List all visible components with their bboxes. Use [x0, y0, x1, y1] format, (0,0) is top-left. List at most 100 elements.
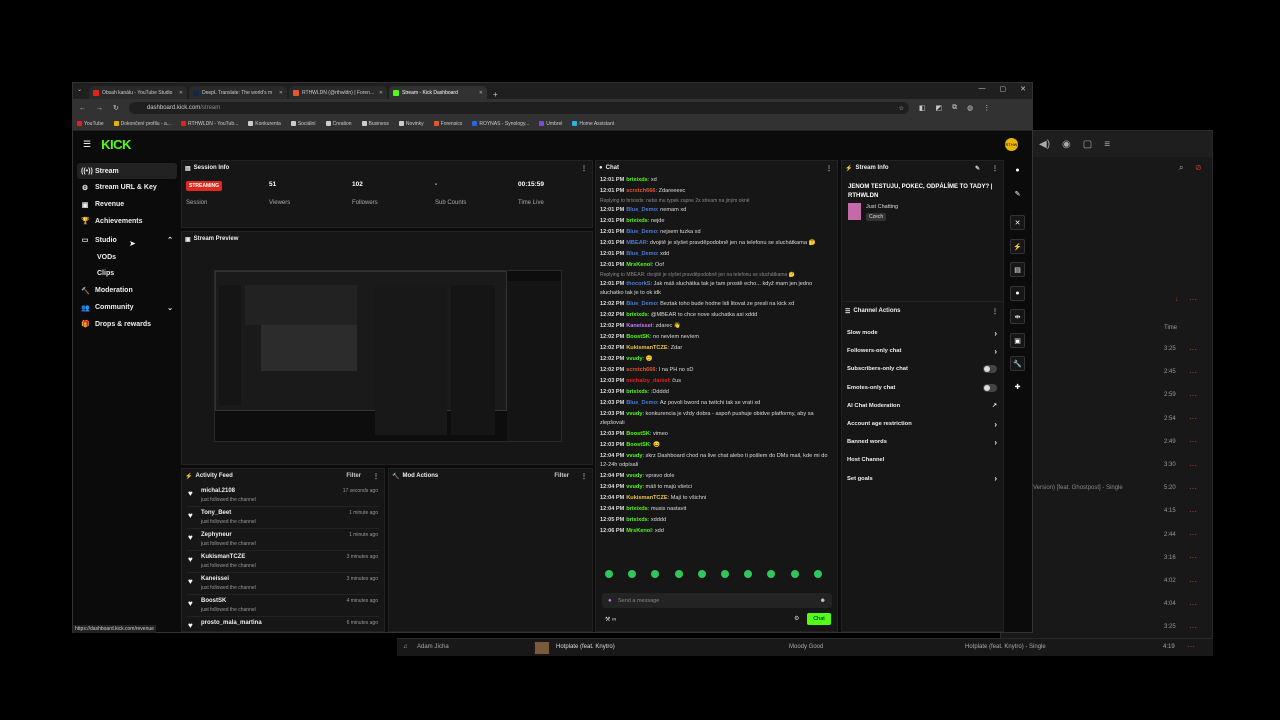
- chat-username[interactable]: vvudy: [626, 411, 642, 417]
- now-playing-more-icon[interactable]: ⋯: [1187, 642, 1195, 651]
- mod-more-icon[interactable]: ⋮: [581, 473, 587, 480]
- list-icon[interactable]: ≡: [1104, 139, 1110, 150]
- bookmark-item[interactable]: Business: [361, 121, 389, 127]
- chat-username[interactable]: MrsKenol: [626, 262, 652, 268]
- menu-icon[interactable]: ⋮: [983, 104, 990, 112]
- channel-action-account-age-restriction[interactable]: Account age restriction ›: [842, 415, 1003, 433]
- ribbon-pen-icon[interactable]: ✎: [1010, 186, 1025, 201]
- emote-icon[interactable]: [744, 570, 753, 578]
- bookmark-item[interactable]: Forensics: [433, 121, 462, 127]
- extension-icon[interactable]: ◧: [919, 104, 926, 112]
- hamburger-icon[interactable]: ☰: [83, 139, 91, 150]
- new-tab-button[interactable]: +: [493, 90, 498, 99]
- chat-settings-icon[interactable]: ⚙: [794, 615, 799, 622]
- track-more-icon[interactable]: ⋯: [1189, 345, 1197, 354]
- emoji-icon[interactable]: ☻: [820, 598, 826, 604]
- chat-username[interactable]: Blue_Demo: [626, 301, 657, 307]
- track-more-icon[interactable]: ⋯: [1189, 461, 1197, 470]
- chat-username[interactable]: KukismanTCZE: [626, 345, 667, 351]
- chat-username[interactable]: thocorkS: [626, 281, 650, 287]
- ribbon-tool-icon[interactable]: 🔧: [1010, 356, 1025, 371]
- emote-icon[interactable]: [628, 570, 637, 578]
- sidebar-item-clips[interactable]: Clips: [77, 266, 177, 282]
- bookmark-item[interactable]: RTHWLDN - YouTub...: [180, 121, 238, 127]
- track-more-icon[interactable]: ⋯: [1189, 414, 1197, 423]
- activity-username[interactable]: michal.2108: [201, 488, 235, 494]
- tab-2[interactable]: RTHWLDN (@rthwldn) | Foren... ✕: [289, 86, 387, 99]
- channel-action-banned-words[interactable]: Banned words ›: [842, 433, 1003, 451]
- track-more-icon[interactable]: ⋯: [1189, 368, 1197, 377]
- emote-icon[interactable]: [790, 570, 799, 578]
- sidebar-item-stream-url-key[interactable]: ⚙ Stream URL & Key: [77, 180, 177, 196]
- chevron-up-icon[interactable]: ⌃: [167, 236, 173, 244]
- ribbon-close-icon[interactable]: ✕: [1010, 215, 1025, 230]
- mod-filter-button[interactable]: Filter: [554, 473, 569, 480]
- tab-1[interactable]: DeepL Translate: The world's m ✕: [189, 86, 287, 99]
- chevron-right-icon[interactable]: ›: [994, 420, 997, 429]
- chat-username[interactable]: scrxtch666: [626, 188, 655, 194]
- bookmark-item[interactable]: ROYNAS - Synology...: [472, 121, 529, 127]
- music-close-icon[interactable]: ⊘: [1195, 163, 1202, 172]
- toggle-switch[interactable]: [983, 365, 997, 374]
- stream-video[interactable]: [214, 270, 562, 442]
- sidebar-item-vods[interactable]: VODs: [77, 249, 177, 265]
- sidebar-item-stream[interactable]: ((•)) Stream: [77, 163, 177, 179]
- bookmark-item[interactable]: Home Assistant: [572, 121, 614, 127]
- track-more-icon[interactable]: ⋯: [1189, 553, 1197, 562]
- sidebar-item-community[interactable]: 👥 Community ⌄: [77, 300, 177, 316]
- chat-username[interactable]: brixixds: [626, 218, 647, 224]
- track-more-icon[interactable]: ⋯: [1189, 391, 1197, 400]
- track-more-icon[interactable]: ⋯: [1189, 577, 1197, 586]
- chevron-right-icon[interactable]: ›: [994, 438, 997, 447]
- activity-username[interactable]: BoostSK: [201, 598, 226, 604]
- channel-action-slow-mode[interactable]: Slow mode ›: [842, 324, 1003, 342]
- minimize-icon[interactable]: —: [979, 85, 986, 93]
- emote-icon[interactable]: [605, 570, 613, 578]
- chat-username[interactable]: vvudy: [626, 473, 642, 479]
- category-name[interactable]: Just Chatting: [866, 204, 898, 210]
- chat-username[interactable]: BoostSK: [626, 334, 650, 340]
- emote-icon[interactable]: [813, 570, 822, 578]
- activity-more-icon[interactable]: ⋮: [373, 473, 379, 480]
- chat-send-button[interactable]: Chat: [807, 613, 831, 625]
- session-more-icon[interactable]: ⋮: [581, 165, 587, 172]
- emote-icon[interactable]: [697, 570, 706, 578]
- toggle-switch[interactable]: [983, 383, 997, 392]
- chat-username[interactable]: brixixds: [626, 312, 647, 318]
- tab-3[interactable]: Stream - Kick Dashboard ✕: [389, 86, 487, 99]
- chat-username[interactable]: MrsKenol: [626, 528, 652, 534]
- chat-username[interactable]: brixixds: [626, 177, 647, 183]
- chat-username[interactable]: BoostSK: [626, 431, 650, 437]
- chat-username[interactable]: MBEAR: [626, 240, 647, 246]
- track-more-icon[interactable]: ⋯: [1189, 623, 1197, 632]
- ribbon-doc-icon[interactable]: ▤: [1010, 262, 1025, 277]
- chat-more-icon[interactable]: ⋮: [826, 165, 832, 172]
- chat-username[interactable]: scrxtch666: [626, 367, 655, 373]
- chat-username[interactable]: vvudy: [626, 484, 642, 490]
- chat-username[interactable]: brixixds: [626, 517, 647, 523]
- chat-username[interactable]: Blue_Demo: [626, 207, 657, 213]
- chat-username[interactable]: michalzy_daniel: [626, 378, 669, 384]
- emote-icon[interactable]: [767, 570, 776, 578]
- more-icon[interactable]: ⋯: [1189, 295, 1197, 304]
- mic-icon[interactable]: ●: [608, 598, 612, 604]
- back-icon[interactable]: ←: [79, 105, 86, 112]
- sort-arrow-icon[interactable]: ↓: [1175, 296, 1179, 303]
- volume-icon[interactable]: ◀): [1039, 139, 1050, 150]
- chat-username[interactable]: vvudy: [626, 356, 642, 362]
- channel-action-ai-chat-moderation[interactable]: AI Chat Moderation ↗: [842, 397, 1003, 415]
- chat-username[interactable]: Blue_Demo: [626, 251, 657, 257]
- bookmark-item[interactable]: Dokončení profilu - a...: [113, 121, 171, 127]
- chat-icon[interactable]: ▢: [1083, 139, 1092, 150]
- ribbon-film-icon[interactable]: ▣: [1010, 333, 1025, 348]
- sidebar-item-achievements[interactable]: 🏆 Achievements: [77, 213, 177, 229]
- activity-username[interactable]: Tony_Beet: [201, 510, 231, 516]
- tab-0[interactable]: Obsah kanálu - YouTube Studio ✕: [89, 86, 187, 99]
- emote-icon[interactable]: [651, 570, 660, 578]
- chevron-right-icon[interactable]: ›: [994, 329, 997, 338]
- ribbon-bolt-icon[interactable]: ⚡: [1010, 239, 1025, 254]
- maximize-icon[interactable]: ▢: [1000, 85, 1007, 93]
- track-more-icon[interactable]: ⋯: [1189, 437, 1197, 446]
- profile-icon[interactable]: ◍: [967, 104, 973, 112]
- close-window-icon[interactable]: ✕: [1020, 85, 1026, 93]
